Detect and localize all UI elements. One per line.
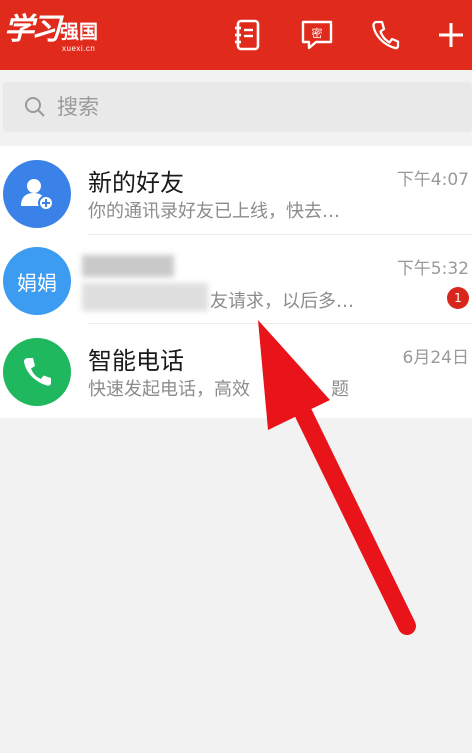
app-header: 学习 强国 xuexi.cn 密 — [0, 0, 472, 70]
conversation-title: 新的好友 — [88, 169, 184, 197]
conversation-preview-tail: 题 — [331, 379, 349, 400]
list-item-juanjuan[interactable]: 娟娟 友请求，以后多… 下午5:32 — [0, 235, 472, 324]
plus-icon[interactable] — [432, 16, 470, 54]
avatar-text: 娟娟 — [17, 270, 57, 295]
conversation-time: 下午5:32 — [396, 259, 469, 279]
list-item-new-friends[interactable]: 新的好友 你的通讯录好友已上线，快去… 下午4:07 — [0, 146, 472, 235]
logo-main-text: 强国 — [60, 21, 99, 43]
logo-sub-text: xuexi.cn — [62, 44, 96, 53]
contacts-book-icon[interactable] — [228, 16, 266, 54]
unread-badge: 1 — [447, 287, 469, 309]
phone-icon — [23, 358, 51, 386]
add-friend-icon — [21, 179, 54, 211]
conversation-list: 新的好友 你的通讯录好友已上线，快去… 下午4:07 娟娟 友请求，以后多… 下… — [0, 146, 472, 418]
avatar — [3, 160, 71, 228]
conversation-preview: 友请求，以后多… — [210, 291, 354, 312]
secret-chat-glyph: 密 — [312, 26, 323, 40]
conversation-preview: 你的通讯录好友已上线，快去… — [88, 201, 340, 222]
conversation-preview: 快速发起电话，高效 — [88, 379, 250, 400]
conversation-time: 下午4:07 — [396, 170, 469, 190]
search-bar[interactable] — [3, 82, 472, 132]
logo-script-text: 学习 — [4, 12, 61, 47]
avatar — [3, 338, 71, 406]
avatar: 娟娟 — [3, 247, 71, 315]
blurred-contact-name — [82, 255, 174, 277]
conversation-time: 6月24日 — [402, 348, 469, 368]
secret-chat-icon[interactable]: 密 — [298, 16, 336, 54]
search-input[interactable] — [57, 82, 437, 132]
xuexi-qiangguo-logo: 学习 强国 xuexi.cn — [4, 10, 104, 58]
blurred-message-text — [82, 283, 208, 311]
conversation-title: 智能电话 — [88, 347, 184, 375]
list-item-smart-phone[interactable]: 智能电话 快速发起电话，高效 题 6月24日 — [0, 324, 472, 413]
search-icon — [25, 97, 45, 117]
phone-icon[interactable] — [366, 16, 404, 54]
